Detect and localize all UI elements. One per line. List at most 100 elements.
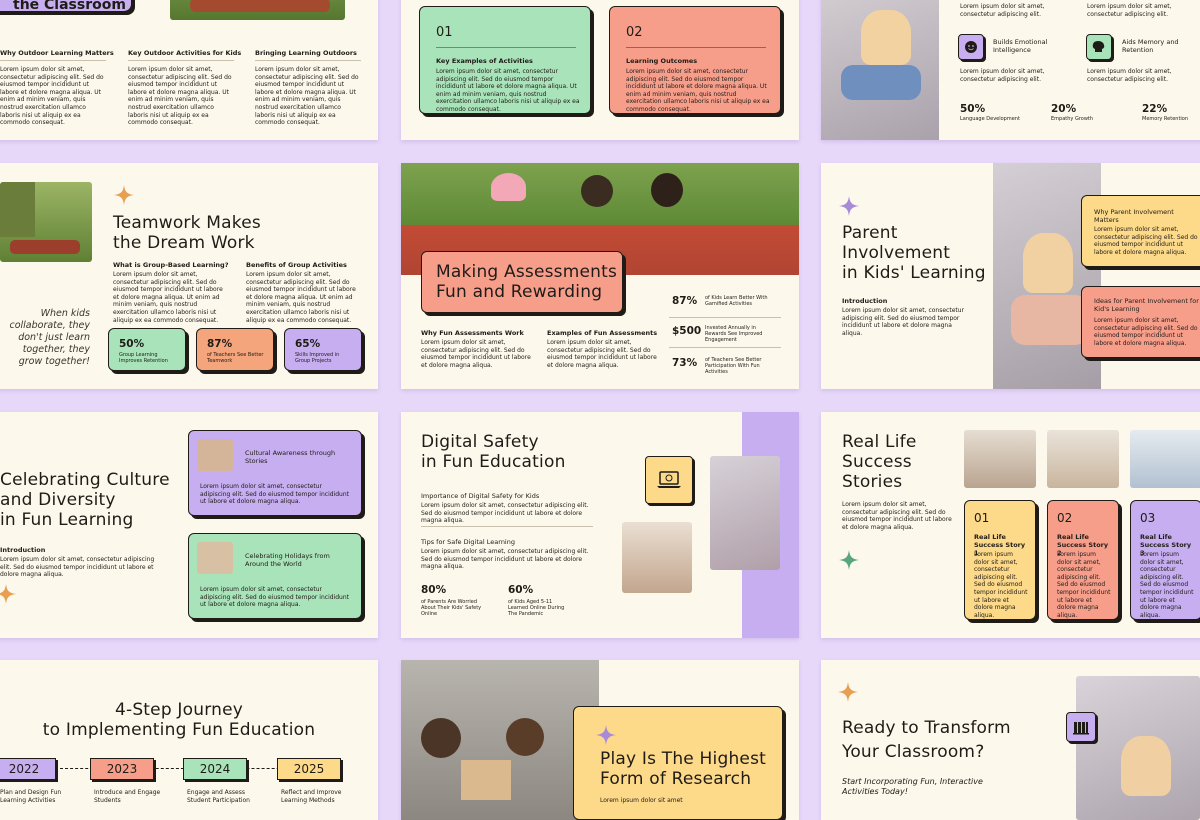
title-card: Making Assessments Fun and Rewarding bbox=[421, 251, 623, 313]
card-01: 01 Key Examples of Activities Lorem ipsu… bbox=[419, 6, 591, 114]
stat-label: of Teachers See Better Teamwork bbox=[207, 352, 264, 364]
story-card: 01 Real Life Success Story 1 Lorem ipsum… bbox=[964, 500, 1036, 620]
slide-culture-diversity[interactable]: Celebrating Culture and Diversity in Fun… bbox=[0, 412, 378, 638]
divider bbox=[128, 60, 234, 61]
stat-value: $500 bbox=[672, 325, 702, 337]
col2-heading: Examples of Fun Assessments bbox=[547, 329, 658, 337]
title-line-1: Celebrating Culture bbox=[0, 470, 170, 490]
title-line-1: Real Life bbox=[842, 432, 917, 452]
person-shape bbox=[1011, 295, 1089, 345]
feature-heading: Aids Memory and Retention bbox=[1122, 38, 1179, 54]
title-line-1: Play Is The Highest bbox=[600, 749, 767, 769]
sparkle-icon bbox=[114, 185, 134, 205]
slide-activities-outcomes[interactable]: 01 Key Examples of Activities Lorem ipsu… bbox=[401, 0, 799, 140]
step-text: Plan and Design Fun Learning Activities bbox=[0, 789, 62, 804]
slide-outdoor-learning[interactable]: the Classroom Why Outdoor Learning Matte… bbox=[0, 0, 378, 140]
stat-value: 60% bbox=[508, 584, 534, 596]
stat-card: 50% Group Learning Improves Retention bbox=[108, 328, 186, 371]
blanket-shape bbox=[190, 0, 330, 12]
person-shape bbox=[841, 65, 921, 100]
stat-label: of Teachers See Better Participation Wit… bbox=[705, 357, 762, 375]
card-number: 01 bbox=[436, 25, 453, 40]
smile-icon bbox=[958, 34, 984, 60]
title-line-2: to Implementing Fun Education bbox=[42, 720, 316, 740]
card-body: Lorem ipsum dolor sit amet, consectetur … bbox=[1140, 551, 1194, 619]
sparkle-icon bbox=[0, 584, 16, 604]
card-body: Lorem ipsum dolor sit amet, consectetur … bbox=[1094, 317, 1198, 347]
divider bbox=[669, 317, 781, 318]
person-shape bbox=[421, 718, 461, 758]
mother-child-tent-photo bbox=[1076, 676, 1200, 820]
story-card: 03 Real Life Success Story 3 Lorem ipsum… bbox=[1130, 500, 1200, 620]
card-body: Lorem ipsum dolor sit amet, consectetur … bbox=[1094, 226, 1198, 256]
item-body: Lorem ipsum dolor sit amet, consectetur … bbox=[421, 548, 589, 571]
feature-body: Lorem ipsum dolor sit amet, consectetur … bbox=[960, 68, 1045, 83]
stat-value: 20% bbox=[1051, 103, 1077, 115]
person-shape bbox=[581, 175, 613, 207]
title-line-2: Fun and Rewarding bbox=[436, 282, 603, 302]
col2-body: Lorem ipsum dolor sit amet, consectetur … bbox=[128, 66, 232, 127]
title-line-2: the Dream Work bbox=[113, 233, 255, 253]
title-line-1: Parent bbox=[842, 223, 898, 243]
slide-title: the Classroom bbox=[13, 0, 126, 13]
step-text: Introduce and Engage Students bbox=[94, 789, 161, 804]
col1-heading: Why Fun Assessments Work bbox=[421, 329, 524, 337]
stat-label: Group Learning Improves Retention bbox=[119, 352, 168, 364]
feature-heading: Builds Emotional Intelligence bbox=[993, 38, 1048, 54]
brain-icon bbox=[1086, 34, 1112, 60]
col2-heading: Benefits of Group Activities bbox=[246, 261, 347, 269]
card-body: Lorem ipsum dolor sit amet, consectetur … bbox=[200, 586, 349, 609]
success-photo-1 bbox=[964, 430, 1036, 488]
slide-assessments[interactable]: Making Assessments Fun and Rewarding Why… bbox=[401, 163, 799, 389]
year-badge: 2025 bbox=[277, 758, 341, 780]
success-photo-2 bbox=[1047, 430, 1119, 488]
info-card: Celebrating Holidays from Around the Wor… bbox=[188, 533, 362, 619]
title-line-2: and Diversity bbox=[0, 490, 116, 510]
col1-body: Lorem ipsum dolor sit amet, consectetur … bbox=[0, 66, 104, 127]
top-body-text: Lorem ipsum dolor sit amet, consectetur … bbox=[1087, 3, 1172, 18]
feature-body: Lorem ipsum dolor sit amet, consectetur … bbox=[1087, 68, 1172, 83]
intro-body: Lorem ipsum dolor sit amet, consectetur … bbox=[842, 307, 965, 337]
title-line-1: Digital Safety bbox=[421, 432, 539, 452]
stat-value: 22% bbox=[1142, 103, 1168, 115]
mother-child-photo bbox=[821, 0, 939, 140]
item-heading: Importance of Digital Safety for Kids bbox=[421, 492, 540, 500]
slide-ready-transform[interactable]: Ready to Transform Your Classroom? Start… bbox=[821, 660, 1200, 820]
divider bbox=[626, 47, 766, 48]
slide-digital-safety[interactable]: Digital Safety in Fun Education Importan… bbox=[401, 412, 799, 638]
card-number: 02 bbox=[1057, 511, 1073, 525]
title-line-2: Form of Research bbox=[600, 769, 752, 789]
slide-success-stories[interactable]: Real Life Success Stories Lorem ipsum do… bbox=[821, 412, 1200, 638]
item-heading: Tips for Safe Digital Learning bbox=[421, 538, 515, 546]
step-text: Engage and Assess Student Participation bbox=[187, 789, 250, 804]
slide-teamwork[interactable]: Teamwork Makes the Dream Work What is Gr… bbox=[0, 163, 378, 389]
item-body: Lorem ipsum dolor sit amet, consectetur … bbox=[421, 502, 589, 525]
person-shape bbox=[1121, 736, 1171, 796]
blanket-shape bbox=[10, 240, 80, 254]
divider bbox=[0, 60, 106, 61]
pull-quote: When kids collaborate, they don't just lea… bbox=[9, 308, 90, 367]
info-card: Cultural Awareness through Stories Lorem… bbox=[188, 430, 362, 516]
laptop-icon bbox=[645, 456, 693, 504]
card-heading: Celebrating Holidays from Around the Wor… bbox=[245, 552, 330, 568]
success-photo-3 bbox=[1130, 430, 1200, 488]
title-line-1: Making Assessments bbox=[436, 262, 618, 282]
slide-benefits-stats[interactable]: Lorem ipsum dolor sit amet, consectetur … bbox=[821, 0, 1200, 140]
mother-child-tent-photo bbox=[710, 456, 780, 570]
title-line-2: Success bbox=[842, 452, 912, 472]
slide-parent-involvement[interactable]: Parent Involvement in Kids' Learning Int… bbox=[821, 163, 1200, 389]
mother-child-laptop-photo bbox=[622, 522, 692, 593]
title-line-3: Stories bbox=[842, 472, 903, 492]
books-icon bbox=[1066, 712, 1096, 742]
card-body: Lorem ipsum dolor sit amet, consectetur … bbox=[1057, 551, 1111, 619]
card-heading: Learning Outcomes bbox=[626, 57, 698, 65]
card-heading: Why Parent Involvement Matters bbox=[1094, 208, 1174, 224]
card-body: Lorem ipsum dolor sit amet, consectetur … bbox=[626, 68, 770, 113]
card-number: 01 bbox=[974, 511, 990, 525]
col3-body: Lorem ipsum dolor sit amet, consectetur … bbox=[255, 66, 359, 127]
slide-play-research[interactable]: Play Is The Highest Form of Research Lor… bbox=[401, 660, 799, 820]
col2-heading: Key Outdoor Activities for Kids bbox=[128, 49, 242, 57]
stat-label: Invested Annually in Rewards See Improve… bbox=[705, 325, 763, 343]
slide-4-step-journey[interactable]: 4-Step Journey to Implementing Fun Educa… bbox=[0, 660, 378, 820]
card-heading: Cultural Awareness through Stories bbox=[245, 449, 336, 465]
